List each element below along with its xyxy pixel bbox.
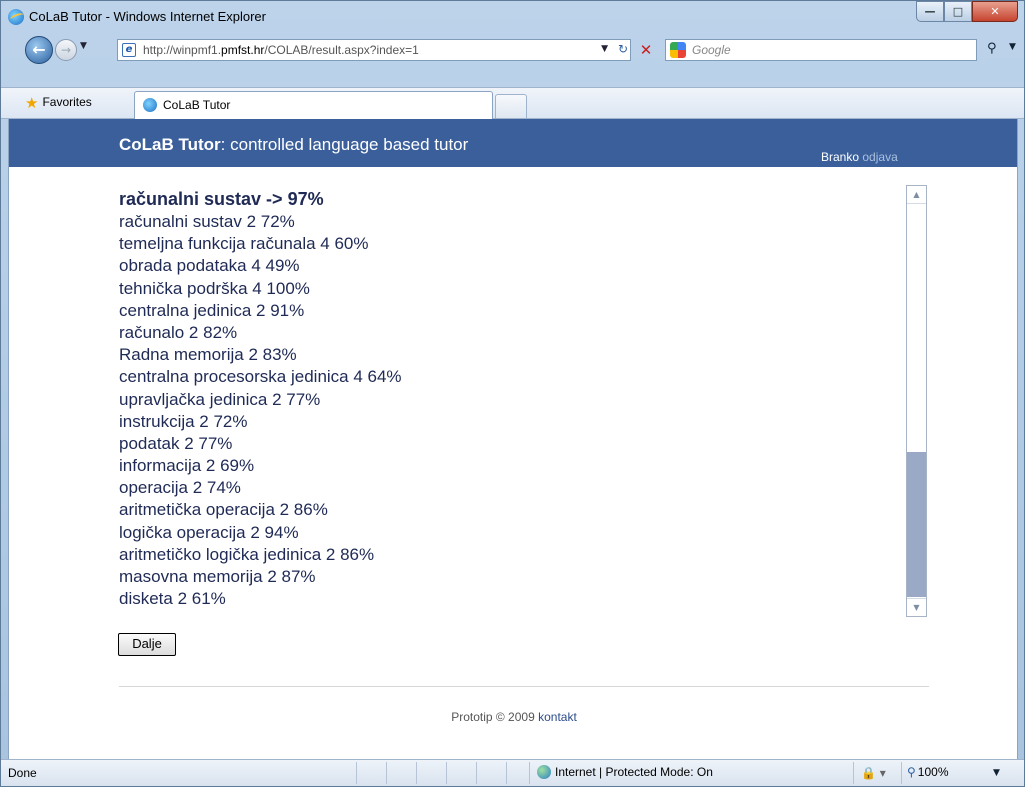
favorites-bar: ★ Favorites CoLaB Tutor [1,87,1024,119]
page-icon: e [122,43,136,57]
status-divider [386,762,387,784]
browser-window: CoLaB Tutor - Windows Internet Explorer … [0,0,1025,787]
user-area: Branko odjava [821,150,898,164]
status-divider [529,762,530,784]
status-text: Done [8,766,37,780]
list-item: tehnička podrška 4 100% [119,278,310,298]
refresh-icon[interactable]: ↻ [618,42,628,56]
status-divider [901,762,902,784]
address-dropdown-icon[interactable]: ▼ [601,44,608,54]
status-divider [416,762,417,784]
ie-app-icon [8,9,24,25]
list-item: računalni sustav 2 72% [119,212,295,231]
status-divider [476,762,477,784]
search-icon[interactable]: ⚲ [987,41,997,56]
minimize-button[interactable]: — [916,1,944,22]
list-item: podatak 2 77% [119,433,233,453]
window-title: CoLaB Tutor - Windows Internet Explorer [29,9,266,24]
security-zone[interactable]: Internet | Protected Mode: On [537,765,713,779]
scroll-down-icon[interactable]: ▼ [907,598,926,616]
results-list: računalni sustav 2 72% temeljna funkcija… [119,211,402,610]
search-options-icon[interactable]: ▼ [1009,42,1016,52]
list-item: operacija 2 74% [119,478,241,498]
lock-icon[interactable]: 🔒 ▾ [861,766,886,780]
close-button[interactable]: ✕ [972,1,1018,22]
ie-tab-icon [143,98,157,112]
back-arrow-icon[interactable]: ← [25,36,53,64]
list-item: temeljna funkcija računala 4 60% [119,234,369,254]
footer: Prototip © 2009 kontakt [451,710,577,724]
new-tab-button[interactable] [495,94,527,119]
next-button[interactable]: Dalje [118,633,176,656]
list-item: masovna memorija 2 87% [119,567,316,586]
results-scrollbar[interactable]: ▲ ▼ [906,185,927,617]
favorites-button[interactable]: ★ Favorites [25,94,92,112]
list-item: aritmetička operacija 2 86% [119,500,328,520]
address-bar[interactable]: e http://winpmf1.pmfst.hr/COLAB/result.a… [117,39,631,61]
username: Branko [821,150,860,164]
footer-divider [119,686,929,687]
search-input[interactable]: Google [665,39,977,61]
scroll-thumb[interactable] [907,452,926,597]
forward-arrow-icon[interactable]: → [55,39,77,61]
list-item: disketa 2 61% [119,589,226,609]
site-title: CoLaB Tutor: controlled language based t… [119,135,469,154]
status-bar: Done Internet | Protected Mode: On 🔒 ▾ ⚲… [1,759,1024,786]
status-divider [853,762,854,784]
list-item: obrada podataka 4 49% [119,256,300,276]
window-controls: — □ ✕ [916,1,1018,23]
zoom-dropdown-icon[interactable]: ▼ [993,768,1000,778]
status-divider [506,762,507,784]
scroll-up-icon[interactable]: ▲ [907,186,926,204]
stop-icon[interactable]: ✕ [637,41,655,59]
maximize-button[interactable]: □ [944,1,972,22]
list-item: centralna jedinica 2 91% [119,300,305,320]
list-item: Radna memorija 2 83% [119,345,297,365]
page-viewport: CoLaB Tutor: controlled language based t… [8,119,1018,759]
navigation-bar: ← → ▼ e http://winpmf1.pmfst.hr/COLAB/re… [1,31,1024,69]
list-item: instrukcija 2 72% [119,411,248,431]
title-bar: CoLaB Tutor - Windows Internet Explorer … [1,1,1024,31]
google-icon [670,42,686,58]
list-item: računalo 2 82% [119,322,238,342]
list-item: logička operacija 2 94% [119,522,299,542]
list-item: aritmetičko logička jedinica 2 86% [119,544,375,564]
address-url[interactable]: http://winpmf1.pmfst.hr/COLAB/result.asp… [143,43,419,57]
status-divider [356,762,357,784]
status-divider [446,762,447,784]
list-item: upravljačka jedinica 2 77% [119,389,321,409]
site-header: CoLaB Tutor: controlled language based t… [9,119,1017,167]
star-icon: ★ [25,95,39,112]
contact-link[interactable]: kontakt [538,710,577,724]
list-item: centralna procesorska jedinica 4 64% [119,367,402,387]
tab-colab-tutor[interactable]: CoLaB Tutor [134,91,493,119]
globe-icon [537,765,551,779]
logout-link[interactable]: odjava [862,150,897,164]
tab-label: CoLaB Tutor [163,98,231,112]
zoom-level[interactable]: ⚲ 100% [907,765,949,779]
zoom-icon: ⚲ [907,765,916,779]
history-dropdown-icon[interactable]: ▼ [80,41,87,51]
list-item: informacija 2 69% [119,456,255,476]
results-heading: računalni sustav -> 97% [119,189,324,209]
search-placeholder: Google [692,43,731,57]
